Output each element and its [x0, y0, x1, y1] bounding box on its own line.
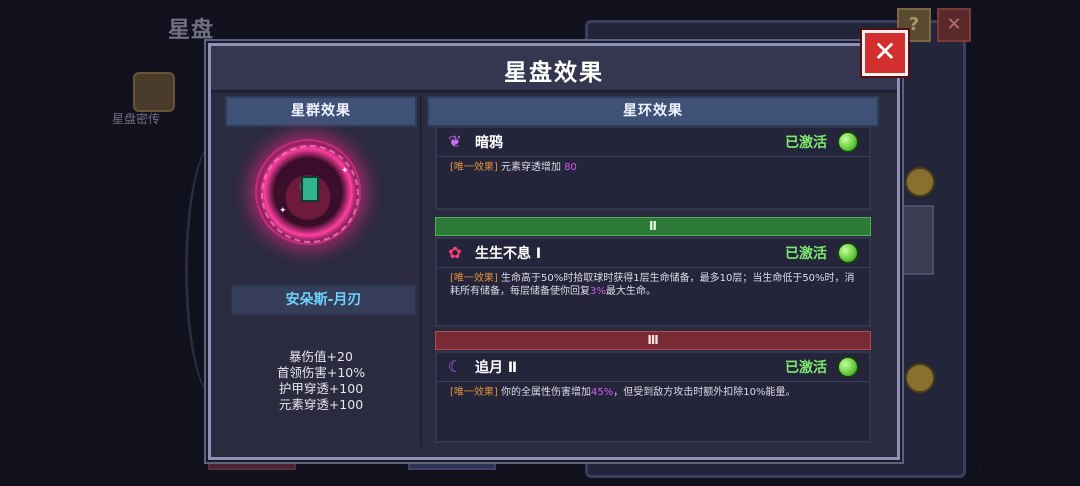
effect-name: 生生不息 Ⅰ: [475, 246, 542, 262]
star-chart-secret-icon: [133, 72, 175, 112]
active-status-icon: [837, 131, 859, 153]
sparkle-icon: ✦: [279, 206, 287, 216]
effect-highlight-value: 45%: [591, 387, 614, 398]
constellation-name: 安朵斯-月刃: [230, 284, 417, 316]
effect-name: 暗鸦: [475, 135, 503, 151]
ring-effect-item: ✿ 生生不息 Ⅰ 已激活 [唯一效果] 生命高于50%时拾取球时获得1层生命储备…: [435, 237, 871, 327]
crescent-moon-icon: ☾: [447, 357, 463, 376]
divider: [437, 381, 869, 382]
effect-name: 追月 Ⅱ: [475, 360, 518, 376]
divider: [437, 156, 869, 157]
background-close-icon: ✕: [937, 8, 971, 42]
coin-icon: [905, 363, 935, 393]
star-chart-effects-modal: 星盘效果 星群效果 ✦ ✦ 安朵斯-月刃 暴伤值+20 首领伤害+10% 护甲穿…: [208, 43, 900, 460]
stat-line: 暴伤值+20: [289, 349, 353, 364]
ring-effect-item: ☾ 追月 Ⅱ 已激活 [唯一效果] 你的全属性伤害增加45%，但受到敌方攻击时额…: [435, 351, 871, 443]
unique-effect-tag: [唯一效果]: [450, 273, 498, 284]
effect-highlight-value: 3%: [590, 286, 606, 297]
effect-status: 已激活: [785, 360, 827, 376]
ring-effects-header: 星环效果: [427, 96, 879, 127]
star-chart-secret-label: 星盘密传: [112, 112, 161, 126]
stat-line: 首领伤害+10%: [276, 365, 366, 380]
close-button[interactable]: ✕: [862, 30, 908, 76]
modal-title: 星盘效果: [504, 60, 604, 86]
orb-core: [301, 176, 319, 202]
effect-description: [唯一效果] 生命高于50%时拾取球时获得1层生命储备，最多10层；当生命低于5…: [450, 273, 855, 297]
flower-icon: ✿: [448, 243, 462, 262]
stat-line: 护甲穿透+100: [278, 381, 364, 396]
unique-effect-tag: [唯一效果]: [450, 387, 498, 398]
constellation-stats: 暴伤值+20 首领伤害+10% 护甲穿透+100 元素穿透+100: [225, 349, 417, 413]
stat-line: 元素穿透+100: [278, 397, 364, 412]
active-status-icon: [837, 356, 859, 378]
tier-3-divider: Ⅲ: [435, 331, 871, 350]
effect-highlight-value: 80: [564, 162, 577, 173]
effect-status: 已激活: [785, 246, 827, 262]
crow-icon: ❦: [448, 132, 462, 151]
tier-2-divider: Ⅱ: [435, 217, 871, 236]
active-status-icon: [837, 242, 859, 264]
page-title: 星盘: [168, 18, 215, 43]
constellation-effects-header: 星群效果: [225, 96, 417, 127]
column-divider: [420, 96, 422, 446]
close-icon: ✕: [873, 35, 897, 68]
divider: [437, 267, 869, 268]
ring-effect-item: ❦ 暗鸦 已激活 [唯一效果] 元素穿透增加 80: [435, 126, 871, 210]
unique-effect-tag: [唯一效果]: [450, 162, 498, 173]
modal-header: 星盘效果: [211, 46, 897, 93]
coin-icon: [905, 167, 935, 197]
effect-description: [唯一效果] 你的全属性伤害增加45%，但受到敌方攻击时额外扣除10%能量。: [450, 387, 796, 398]
sparkle-icon: ✦: [341, 166, 349, 176]
effect-status: 已激活: [785, 135, 827, 151]
ring-effects-panel: 星环效果 ❦ 暗鸦 已激活 [唯一效果] 元素穿透增加 80 Ⅱ ✿ 生生不息 …: [427, 96, 879, 446]
effect-description: [唯一效果] 元素穿透增加 80: [450, 162, 577, 173]
